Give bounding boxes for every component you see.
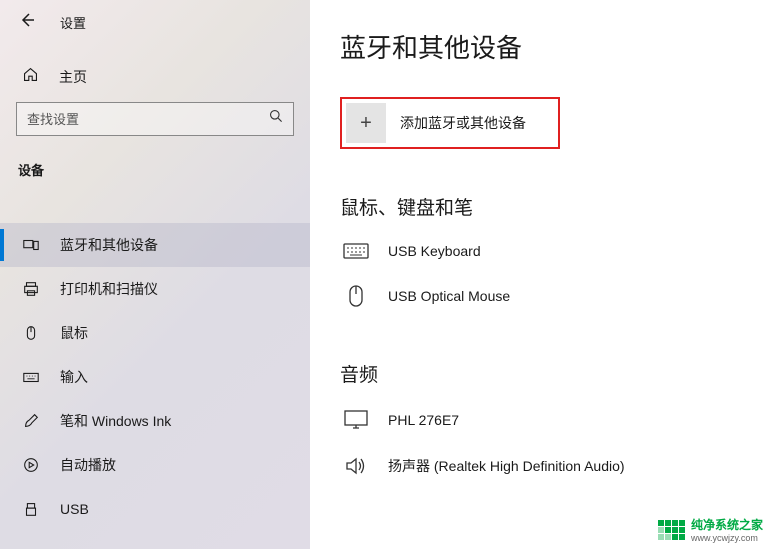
sidebar-item-label: 自动播放 <box>60 455 116 475</box>
add-device-label: 添加蓝牙或其他设备 <box>400 113 526 133</box>
sidebar: 设置 主页 设备 蓝牙和其他设备 打印机和扫描仪 <box>0 0 310 549</box>
sidebar-item-typing[interactable]: 输入 <box>0 355 310 399</box>
keyboard-device-icon <box>342 242 370 260</box>
section-title-input: 鼠标、键盘和笔 <box>340 193 771 220</box>
home-label: 主页 <box>59 67 87 87</box>
sidebar-item-pen[interactable]: 笔和 Windows Ink <box>0 399 310 443</box>
sidebar-item-label: 鼠标 <box>60 323 88 343</box>
search-input[interactable] <box>27 112 268 127</box>
home-nav[interactable]: 主页 <box>0 66 310 88</box>
device-label: 扬声器 (Realtek High Definition Audio) <box>388 456 625 476</box>
device-item[interactable]: USB Optical Mouse <box>340 276 771 324</box>
window-title: 设置 <box>60 13 86 32</box>
watermark-text: 纯净系统之家 <box>691 516 763 533</box>
watermark: 纯净系统之家 www.ycwjzy.com <box>658 516 763 543</box>
device-label: USB Optical Mouse <box>388 288 510 304</box>
plus-icon: + <box>346 103 386 143</box>
sidebar-item-printers[interactable]: 打印机和扫描仪 <box>0 267 310 311</box>
sidebar-item-mouse[interactable]: 鼠标 <box>0 311 310 355</box>
watermark-url: www.ycwjzy.com <box>691 533 758 543</box>
sidebar-item-label: 打印机和扫描仪 <box>60 279 158 299</box>
back-button[interactable] <box>18 11 36 34</box>
device-item[interactable]: USB Keyboard <box>340 234 771 276</box>
sidebar-item-label: 笔和 Windows Ink <box>60 411 171 431</box>
sidebar-item-usb[interactable]: USB <box>0 487 310 531</box>
speaker-device-icon <box>342 455 370 477</box>
device-item[interactable]: 扬声器 (Realtek High Definition Audio) <box>340 447 771 493</box>
header-bar: 设置 <box>0 0 310 44</box>
device-item[interactable]: PHL 276E7 <box>340 401 771 447</box>
mouse-icon <box>22 324 40 342</box>
device-label: USB Keyboard <box>388 243 481 259</box>
devices-icon <box>22 236 40 254</box>
main-content: 蓝牙和其他设备 + 添加蓝牙或其他设备 鼠标、键盘和笔 USB Keyboard… <box>310 0 771 549</box>
section-title-audio: 音频 <box>340 360 771 387</box>
watermark-logo-icon <box>658 520 685 540</box>
mouse-device-icon <box>342 284 370 308</box>
category-title: 设备 <box>0 152 310 193</box>
pen-icon <box>22 412 40 430</box>
page-title: 蓝牙和其他设备 <box>340 28 771 65</box>
sidebar-item-label: 输入 <box>60 367 88 387</box>
autoplay-icon <box>22 456 40 474</box>
usb-icon <box>22 500 40 518</box>
search-icon <box>268 108 285 130</box>
device-label: PHL 276E7 <box>388 412 459 428</box>
home-icon <box>22 66 39 88</box>
printer-icon <box>22 280 40 298</box>
sidebar-item-label: 蓝牙和其他设备 <box>60 235 158 255</box>
sidebar-item-bluetooth[interactable]: 蓝牙和其他设备 <box>0 223 310 267</box>
monitor-device-icon <box>342 409 370 431</box>
add-device-button[interactable]: + 添加蓝牙或其他设备 <box>346 103 554 143</box>
keyboard-icon <box>22 368 40 386</box>
sidebar-item-autoplay[interactable]: 自动播放 <box>0 443 310 487</box>
sidebar-item-label: USB <box>60 501 89 517</box>
add-device-highlight: + 添加蓝牙或其他设备 <box>340 97 560 149</box>
search-box[interactable] <box>16 102 294 136</box>
